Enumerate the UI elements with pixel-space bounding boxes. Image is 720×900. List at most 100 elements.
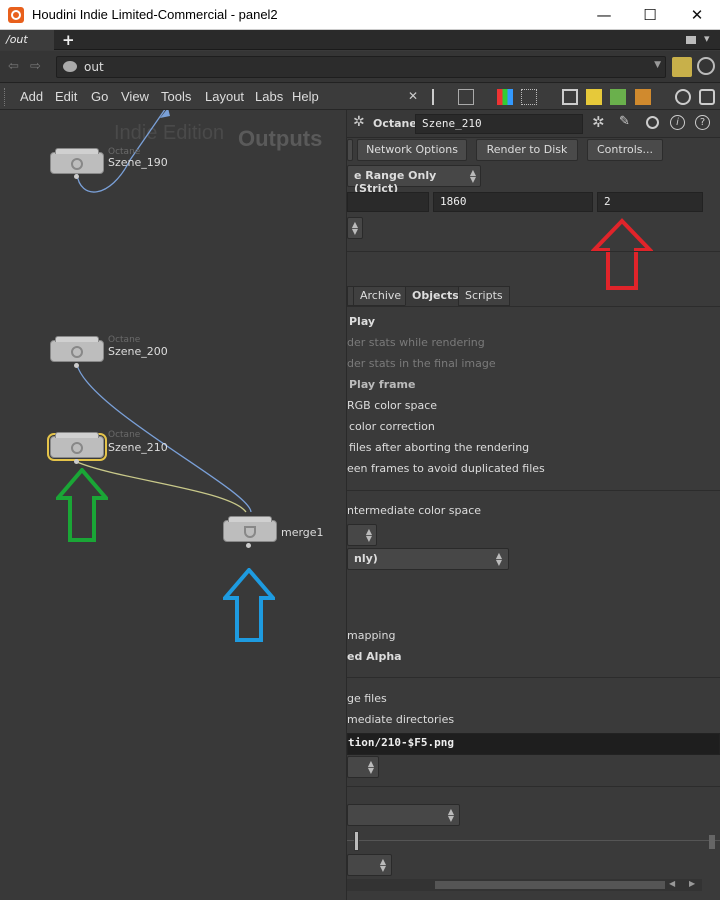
param-label[interactable]: RGB color space: [347, 399, 437, 412]
horizontal-scrollbar[interactable]: ◀ ▶: [347, 879, 702, 891]
octane-node-icon: ✲: [353, 114, 365, 130]
gear-icon[interactable]: ✲: [592, 113, 605, 131]
back-arrow-icon[interactable]: ⇦: [8, 59, 19, 74]
node-szene-210[interactable]: [47, 432, 107, 461]
menu-view[interactable]: View: [121, 89, 149, 104]
chevron-down-icon[interactable]: ▼: [654, 60, 661, 70]
menu-help[interactable]: Help: [292, 89, 319, 104]
node-merge1[interactable]: [223, 516, 277, 542]
tab-scripts[interactable]: Scripts: [458, 286, 510, 306]
window-title: Houdini Indie Limited-Commercial - panel…: [32, 7, 278, 22]
param-label[interactable]: Play frame: [349, 378, 415, 391]
search-icon[interactable]: [675, 89, 691, 105]
param-label[interactable]: Play: [349, 315, 375, 328]
pin-icon[interactable]: [672, 57, 692, 77]
output-connector[interactable]: [246, 543, 251, 548]
menu-spinner-icon: ▲ ▼: [495, 551, 503, 567]
tab-archive[interactable]: Archive: [353, 286, 409, 306]
network-options-button[interactable]: Network Options: [357, 139, 467, 161]
maximize-button[interactable]: ☐: [627, 0, 673, 30]
add-tab-button[interactable]: +: [62, 31, 75, 49]
frame-end-field[interactable]: 1860: [433, 192, 593, 212]
color-palette-icon[interactable]: [497, 89, 513, 105]
wrench-icon[interactable]: ✎: [619, 114, 630, 129]
sticky-note-icon[interactable]: [586, 89, 602, 105]
separator: [347, 490, 720, 491]
blue-arrow-annotation: [223, 568, 275, 642]
tools-icon[interactable]: ✕: [408, 89, 424, 105]
path-text: out: [84, 60, 104, 74]
red-arrow-annotation: [591, 218, 653, 290]
octane-gear-icon: [71, 346, 83, 358]
tree-icon[interactable]: [432, 89, 448, 105]
render-icon[interactable]: [635, 89, 651, 105]
output-connector[interactable]: [74, 363, 79, 368]
param-label[interactable]: color correction: [349, 420, 435, 433]
menu-tools[interactable]: Tools: [161, 89, 191, 104]
node-tab: [55, 148, 99, 154]
node-szene-190[interactable]: [50, 148, 104, 174]
menu-go[interactable]: Go: [91, 89, 108, 104]
pane-options-icon[interactable]: ▾: [704, 32, 710, 45]
network-view[interactable]: Indie Edition Outputs Octane Szene_190 O…: [0, 110, 347, 900]
grid-icon[interactable]: [458, 89, 474, 105]
output-connector[interactable]: [74, 459, 79, 464]
display-icon[interactable]: [699, 89, 715, 105]
scroll-left-arrow[interactable]: ◀: [669, 879, 675, 888]
node-szene-200[interactable]: [50, 336, 104, 362]
slider-track[interactable]: [347, 840, 720, 841]
network-path-field[interactable]: out ▼: [56, 56, 666, 78]
param-label[interactable]: ntermediate color space: [347, 504, 481, 517]
image-icon[interactable]: [610, 89, 626, 105]
node-name-field[interactable]: Szene_210: [415, 114, 583, 134]
menu-labs[interactable]: Labs: [255, 89, 283, 104]
menu-spinner-icon: ▲ ▼: [469, 168, 477, 184]
param-label[interactable]: ge files: [347, 692, 387, 705]
vertical-scrollbar-thumb[interactable]: [709, 835, 715, 849]
help-icon[interactable]: ?: [695, 115, 710, 130]
grip-handle[interactable]: [4, 88, 7, 106]
param-label[interactable]: mapping: [347, 629, 395, 642]
minimize-button[interactable]: —: [581, 0, 627, 30]
info-icon[interactable]: i: [670, 115, 685, 130]
param-label[interactable]: ed Alpha: [347, 650, 402, 663]
param-label[interactable]: files after aborting the rendering: [349, 441, 529, 454]
controls-button[interactable]: Controls...: [587, 139, 663, 161]
node-tab: [55, 432, 99, 438]
param-header: ✲ Octane Szene_210 ✲ ✎ i ?: [347, 110, 720, 138]
pane-menu-icon[interactable]: [686, 36, 696, 44]
menu-layout[interactable]: Layout: [205, 89, 244, 104]
node-type-label: Octane: [108, 335, 141, 345]
menu-edit[interactable]: Edit: [55, 89, 77, 104]
scroll-right-arrow[interactable]: ▶: [689, 879, 695, 888]
output-picture-field[interactable]: tion/210-$F5.png: [347, 733, 720, 755]
forward-arrow-icon[interactable]: ⇨: [30, 59, 41, 74]
menu-add[interactable]: Add: [20, 89, 43, 104]
param-label[interactable]: der stats while rendering: [347, 336, 485, 349]
network-box-icon[interactable]: [562, 89, 578, 105]
snap-grid-icon[interactable]: [521, 89, 537, 105]
menu-spinner-icon: ▲ ▼: [367, 759, 375, 775]
tab-objects[interactable]: Objects: [405, 286, 466, 306]
render-button-partial[interactable]: [347, 139, 353, 161]
render-to-disk-button[interactable]: Render to Disk: [476, 139, 578, 161]
node-name-label: Szene_200: [108, 345, 168, 358]
link-icon[interactable]: [697, 57, 715, 75]
close-button[interactable]: ✕: [674, 0, 720, 30]
select-menu-stub[interactable]: [347, 804, 460, 826]
octane-gear-icon: [71, 442, 83, 454]
param-label[interactable]: mediate directories: [347, 713, 454, 726]
slider-handle[interactable]: [354, 831, 359, 851]
valid-frame-range-menu[interactable]: e Range Only (Strict): [347, 165, 481, 195]
scrollbar-thumb[interactable]: [435, 881, 665, 889]
option-menu[interactable]: nly): [347, 548, 509, 570]
frame-increment-field[interactable]: 2: [597, 192, 703, 212]
param-label[interactable]: een frames to avoid duplicated files: [347, 462, 545, 475]
output-connector[interactable]: [74, 174, 79, 179]
tab-out[interactable]: /out: [0, 30, 54, 50]
param-label[interactable]: der stats in the final image: [347, 357, 496, 370]
node-type-text: Octane: [373, 117, 417, 130]
node-tab: [228, 516, 272, 522]
search-icon[interactable]: [646, 116, 659, 129]
frame-start-field[interactable]: [347, 192, 429, 212]
